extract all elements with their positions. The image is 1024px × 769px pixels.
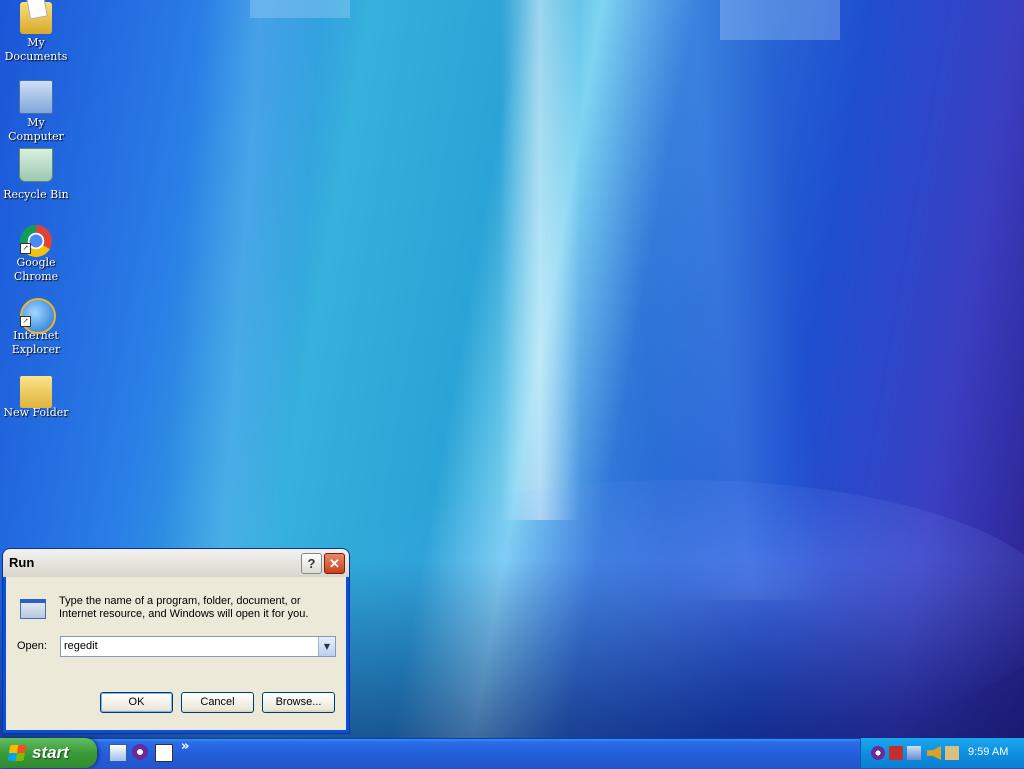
wallpaper-streak [720, 0, 840, 40]
desktop-icon-label: Google [16, 256, 56, 269]
run-dialog-title: Run [9, 555, 35, 570]
browse-button[interactable]: Browse... [262, 692, 335, 713]
tray-app-icon[interactable] [871, 746, 885, 760]
system-tray: 9:59 AM [860, 738, 1024, 768]
wallpaper-streak [159, 0, 321, 600]
volume-icon[interactable] [927, 746, 941, 760]
cancel-button[interactable]: Cancel [181, 692, 254, 713]
ok-button[interactable]: OK [100, 692, 173, 713]
desktop-icon-label: My [27, 36, 45, 49]
start-button[interactable]: start [0, 738, 97, 768]
run-dialog-titlebar[interactable]: Run ? ✕ [3, 549, 349, 577]
shortcut-arrow-icon: ↗ [20, 243, 31, 254]
clock[interactable]: 9:59 AM [968, 746, 1008, 758]
desktop-icon-label: Chrome [13, 270, 59, 283]
quicklaunch-more-icon[interactable]: » [181, 739, 189, 754]
internet-explorer-icon: ↗ [20, 295, 56, 334]
desktop-icon-internet-explorer[interactable]: ↗ Internet Explorer [0, 295, 72, 357]
my-documents-icon [20, 2, 52, 34]
app-quicklaunch-icon[interactable] [155, 744, 173, 762]
folder-icon [20, 376, 52, 408]
recycle-bin-icon [19, 148, 53, 182]
run-dialog: Run ? ✕ Type the name of a program, fold… [3, 549, 349, 733]
prompt-line: Type the name of a program, folder, docu… [59, 595, 301, 607]
wallpaper-streak [250, 0, 350, 18]
my-computer-icon [19, 80, 53, 114]
tray-tool-icon[interactable] [945, 746, 959, 760]
run-icon [16, 597, 46, 619]
help-button[interactable]: ? [301, 553, 322, 574]
show-desktop-icon[interactable] [109, 744, 127, 762]
shortcut-arrow-icon: ↗ [20, 316, 31, 327]
desktop-icon-new-folder[interactable]: New Folder [0, 368, 72, 420]
desktop-icon-label: Recycle Bin [3, 188, 69, 201]
desktop-icon-my-documents[interactable]: My Documents [0, 2, 72, 64]
desktop-icon-label: My Computer [8, 116, 64, 143]
browser-quicklaunch-icon[interactable] [132, 744, 148, 760]
prompt-line: Internet resource, and Windows will open… [59, 608, 309, 620]
close-button[interactable]: ✕ [324, 553, 345, 574]
desktop-icon-recycle-bin[interactable]: Recycle Bin [0, 148, 72, 202]
tray-security-icon[interactable] [889, 746, 903, 760]
desktop-icon-label: Explorer [11, 343, 61, 356]
chrome-icon: ↗ [20, 222, 52, 257]
open-combobox[interactable]: ▼ [60, 636, 336, 657]
open-input[interactable] [61, 637, 314, 654]
network-icon[interactable] [907, 746, 921, 760]
chevron-down-icon[interactable]: ▼ [318, 637, 335, 656]
desktop-icon-label: New Folder [3, 406, 69, 419]
start-label: start [32, 743, 69, 762]
desktop-icon-google-chrome[interactable]: ↗ Google Chrome [0, 222, 72, 284]
desktop-icon-my-computer[interactable]: My Computer [0, 76, 72, 144]
windows-logo-icon [7, 745, 27, 761]
desktop-icon-label: Documents [4, 50, 68, 63]
wallpaper-streak [500, 0, 580, 520]
run-prompt-text: Type the name of a program, folder, docu… [59, 595, 329, 621]
open-label: Open: [17, 640, 47, 652]
run-dialog-body: Type the name of a program, folder, docu… [6, 577, 346, 730]
